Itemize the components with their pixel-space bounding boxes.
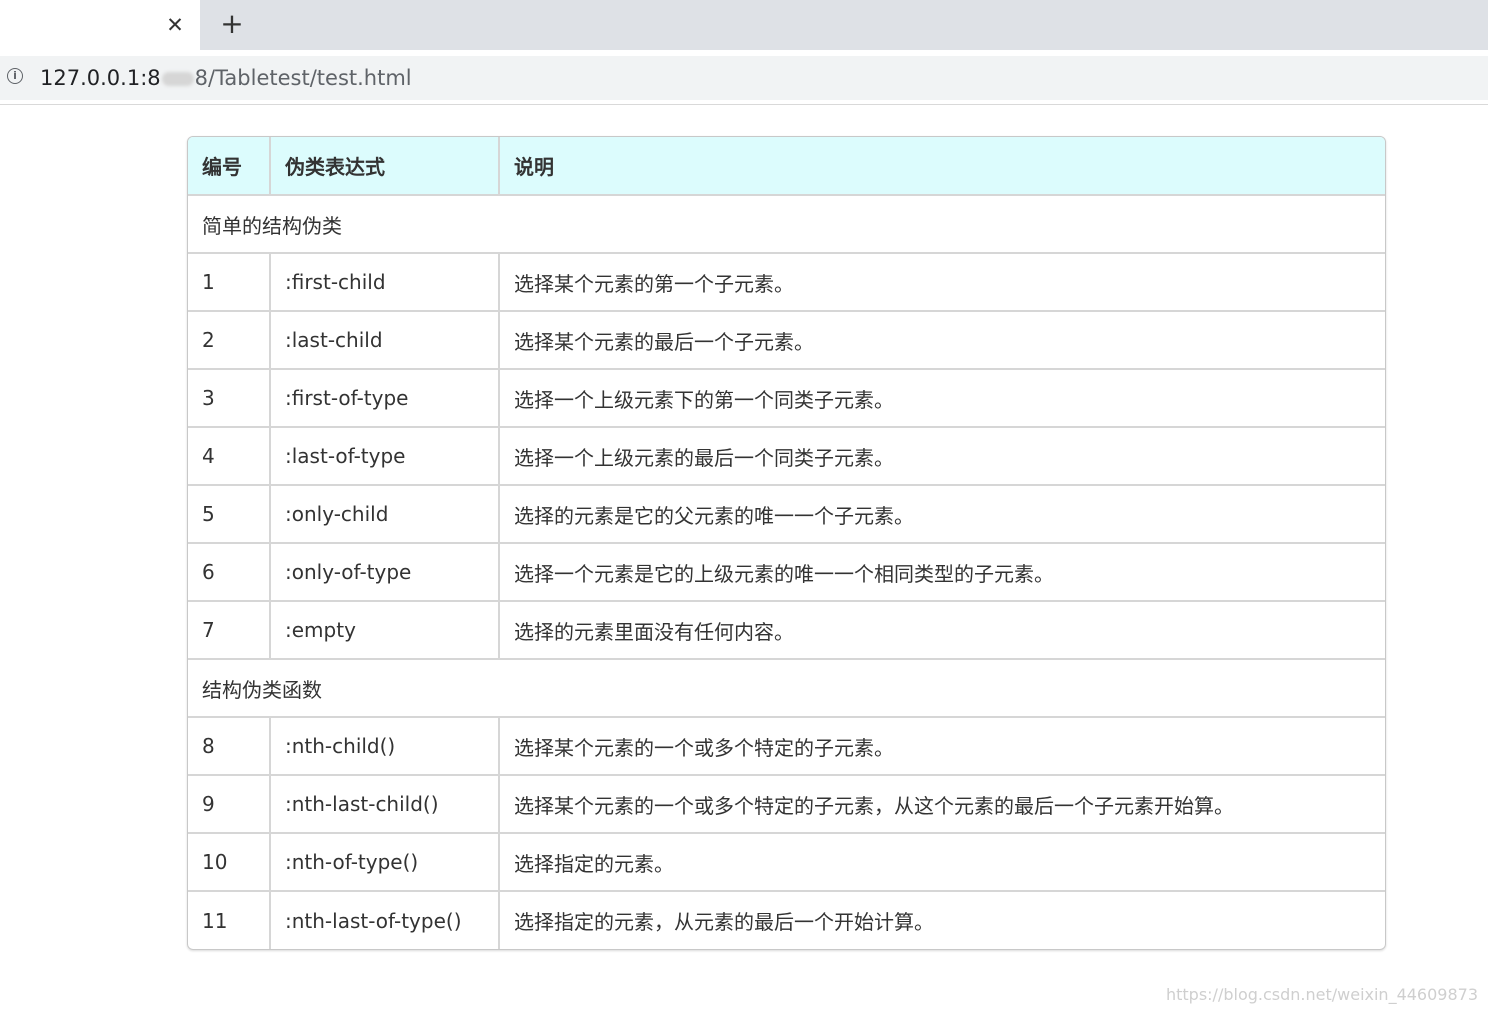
row-description: 选择一个元素是它的上级元素的唯一一个相同类型的子元素。 (499, 543, 1385, 602)
row-no: 4 (188, 427, 271, 486)
table-row: 3 :first-of-type 选择一个上级元素下的第一个同类子元素。 (188, 369, 1385, 428)
group-title: 结构伪类函数 (188, 659, 1385, 718)
active-tab[interactable]: ✕ (0, 0, 200, 52)
row-expression: :nth-last-child() (270, 775, 500, 834)
table-row: 4 :last-of-type 选择一个上级元素的最后一个同类子元素。 (188, 427, 1385, 486)
row-description: 选择某个元素的一个或多个特定的子元素。 (499, 717, 1385, 776)
row-no: 11 (188, 891, 271, 949)
row-expression: :nth-last-of-type() (270, 891, 500, 949)
close-icon[interactable]: ✕ (164, 12, 186, 38)
row-description: 选择的元素里面没有任何内容。 (499, 601, 1385, 660)
table-row: 2 :last-child 选择某个元素的最后一个子元素。 (188, 311, 1385, 370)
info-icon[interactable]: i (7, 68, 23, 84)
row-description: 选择某个元素的一个或多个特定的子元素，从这个元素的最后一个子元素开始算。 (499, 775, 1385, 834)
row-no: 8 (188, 717, 271, 776)
group-title: 简单的结构伪类 (188, 195, 1385, 254)
row-expression: :nth-of-type() (270, 833, 500, 892)
header-description: 说明 (499, 137, 1385, 196)
row-no: 7 (188, 601, 271, 660)
table-row: 1 :first-child 选择某个元素的第一个子元素。 (188, 253, 1385, 312)
row-expression: :last-of-type (270, 427, 500, 486)
row-no: 9 (188, 775, 271, 834)
redacted-port (161, 72, 194, 86)
row-expression: :nth-child() (270, 717, 500, 776)
table-row: 9 :nth-last-child() 选择某个元素的一个或多个特定的子元素，从… (188, 775, 1385, 834)
row-no: 1 (188, 253, 271, 312)
row-expression: :first-child (270, 253, 500, 312)
group-row: 结构伪类函数 (188, 659, 1385, 718)
url-text[interactable]: 127.0.0.1:8 8/Tabletest/test.html (40, 65, 412, 91)
pseudo-class-table: 编号 伪类表达式 说明 简单的结构伪类 1 :first-child 选择某个元… (187, 136, 1386, 950)
row-no: 6 (188, 543, 271, 602)
watermark: https://blog.csdn.net/weixin_44609873 (1165, 985, 1478, 1004)
table-row: 7 :empty 选择的元素里面没有任何内容。 (188, 601, 1385, 660)
header-expression: 伪类表达式 (270, 137, 500, 196)
url-path: 8/Tabletest/test.html (194, 66, 412, 90)
table-row: 5 :only-child 选择的元素是它的父元素的唯一一个子元素。 (188, 485, 1385, 544)
table-row: 6 :only-of-type 选择一个元素是它的上级元素的唯一一个相同类型的子… (188, 543, 1385, 602)
row-description: 选择某个元素的最后一个子元素。 (499, 311, 1385, 370)
row-no: 5 (188, 485, 271, 544)
tab-strip: ✕ + (0, 0, 1488, 52)
header-no: 编号 (188, 137, 271, 196)
url-host: 127.0.0.1:8 (40, 66, 161, 90)
row-expression: :empty (270, 601, 500, 660)
row-no: 10 (188, 833, 271, 892)
row-expression: :only-child (270, 485, 500, 544)
table-row: 11 :nth-last-of-type() 选择指定的元素，从元素的最后一个开… (188, 891, 1385, 949)
table-row: 10 :nth-of-type() 选择指定的元素。 (188, 833, 1385, 892)
row-description: 选择一个上级元素下的第一个同类子元素。 (499, 369, 1385, 428)
row-expression: :last-child (270, 311, 500, 370)
row-no: 3 (188, 369, 271, 428)
address-bar[interactable]: i 127.0.0.1:8 8/Tabletest/test.html (0, 56, 1488, 100)
row-no: 2 (188, 311, 271, 370)
row-expression: :first-of-type (270, 369, 500, 428)
row-description: 选择指定的元素。 (499, 833, 1385, 892)
row-description: 选择某个元素的第一个子元素。 (499, 253, 1385, 312)
row-description: 选择指定的元素，从元素的最后一个开始计算。 (514, 910, 934, 934)
table-row: 8 :nth-child() 选择某个元素的一个或多个特定的子元素。 (188, 717, 1385, 776)
new-tab-icon[interactable]: + (218, 9, 246, 39)
browser-toolbar: i 127.0.0.1:8 8/Tabletest/test.html (0, 50, 1488, 105)
row-expression: :only-of-type (270, 543, 500, 602)
group-row: 简单的结构伪类 (188, 195, 1385, 254)
table-header-row: 编号 伪类表达式 说明 (188, 137, 1385, 196)
row-description: 选择的元素是它的父元素的唯一一个子元素。 (499, 485, 1385, 544)
row-description: 选择一个上级元素的最后一个同类子元素。 (499, 427, 1385, 486)
